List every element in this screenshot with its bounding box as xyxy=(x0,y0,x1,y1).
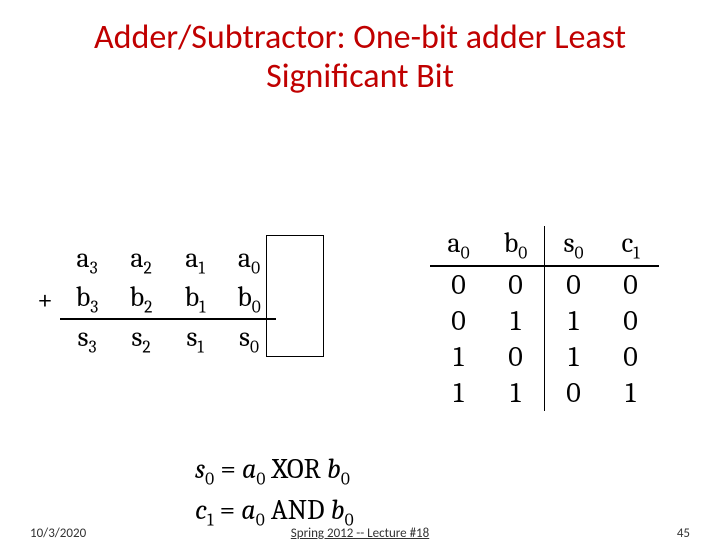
footer-page-number: 45 xyxy=(677,526,690,541)
slide-title: Adder/Subtractor: One-bit adder Least Si… xyxy=(0,0,720,96)
equation-s0: s0 = a0 XOR b0 xyxy=(195,451,354,492)
table-row: 10 10 xyxy=(430,339,659,375)
table-row: 11 01 xyxy=(430,375,659,411)
equations: s0 = a0 XOR b0 c1 = a0 AND b0 xyxy=(195,451,354,533)
plus-sign: + xyxy=(30,280,60,320)
addition-diagram: a3 a2 a1 a0 + b3 b2 b1 b0 s3 s2 s1 xyxy=(30,241,276,359)
table-row: 00 00 xyxy=(430,266,659,303)
truth-table: a0 b0 s0 c1 00 00 01 10 10 10 xyxy=(430,226,659,411)
table-row: 01 10 xyxy=(430,303,659,339)
footer-center: Spring 2012 -- Lecture #18 xyxy=(291,526,429,541)
